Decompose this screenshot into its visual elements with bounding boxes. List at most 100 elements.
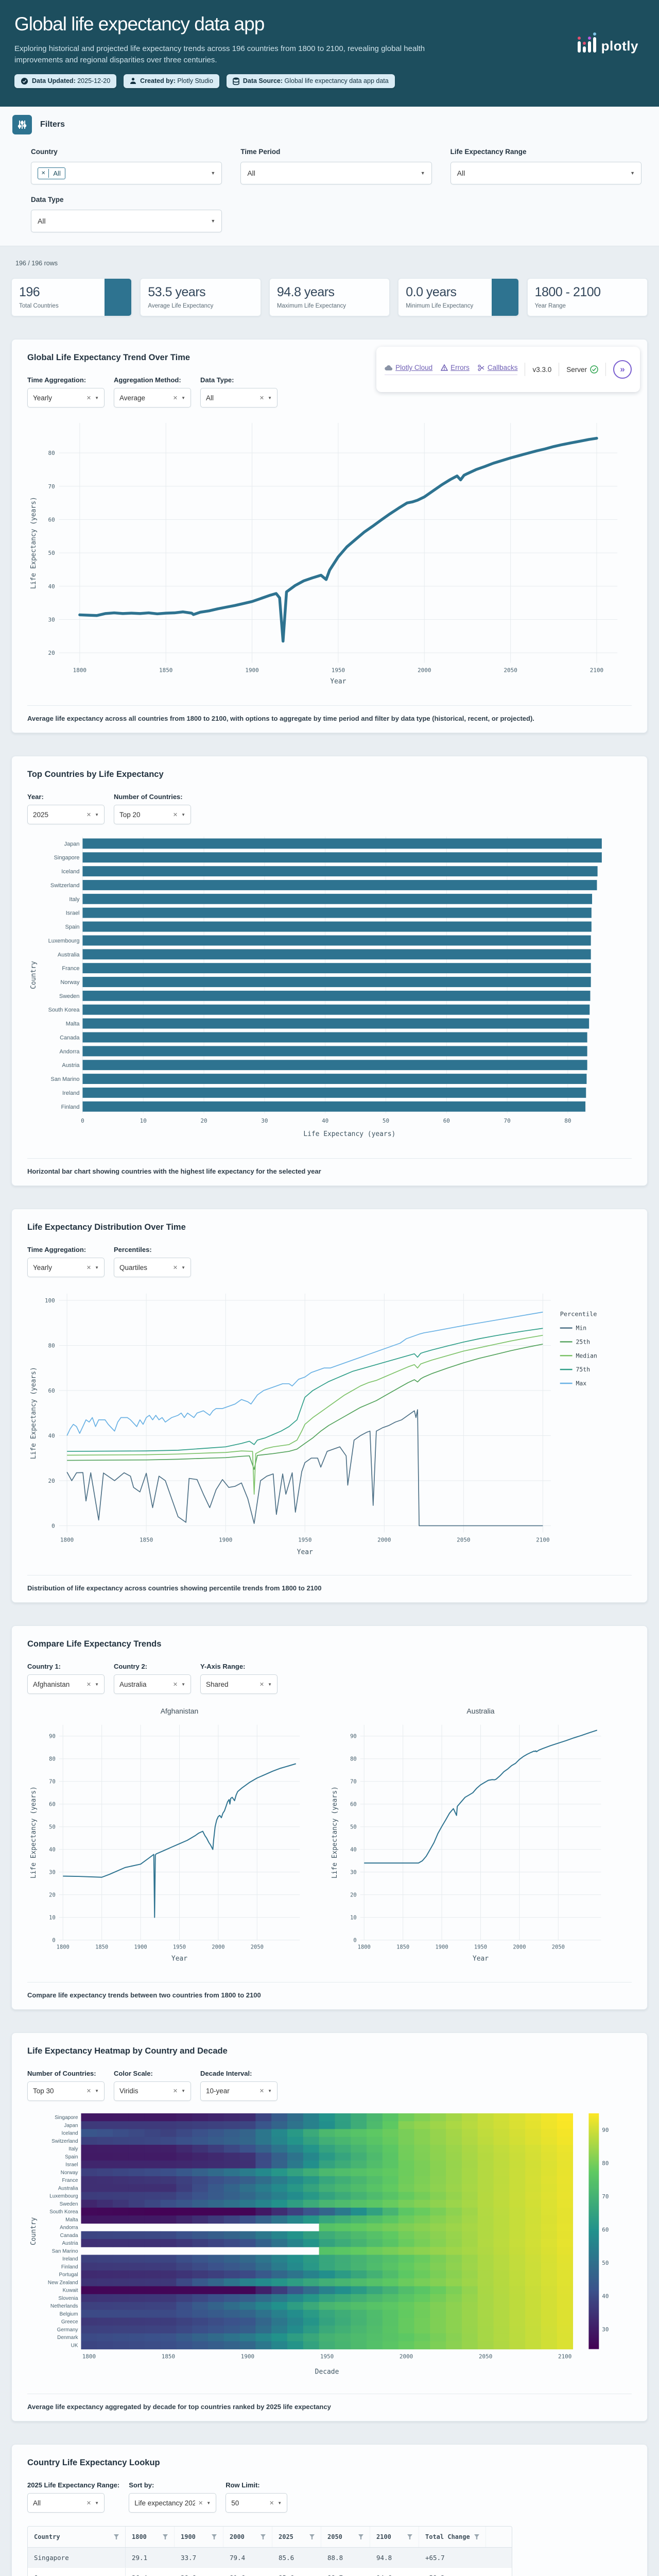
filter-funnel-icon[interactable] — [309, 2534, 315, 2540]
page-subtitle: Exploring historical and projected life … — [14, 44, 425, 64]
svg-text:70: 70 — [602, 2193, 609, 2200]
clear-icon[interactable]: ✕ — [256, 1681, 264, 1688]
trend-caption: Average life expectancy across all count… — [27, 705, 632, 733]
top-dropdown-number-of-countries[interactable]: Top 20 ✕ ▼ — [114, 805, 191, 825]
clear-icon[interactable]: ✕ — [83, 1681, 91, 1688]
svg-text:30: 30 — [261, 1117, 268, 1124]
card-distribution: Life Expectancy Distribution Over Time T… — [11, 1209, 648, 1603]
column-header-total-change[interactable]: Total Change — [419, 2527, 486, 2548]
svg-text:50: 50 — [49, 1824, 56, 1831]
column-header-2000[interactable]: 2000 — [223, 2527, 272, 2548]
clear-icon[interactable]: ✕ — [170, 395, 178, 401]
dist-dropdown-time-aggregation[interactable]: Yearly ✕ ▼ — [27, 1258, 105, 1278]
svg-text:30: 30 — [49, 1870, 56, 1876]
svg-text:Year: Year — [330, 677, 346, 685]
filter-field-data-type: Data Type All ▼ — [31, 196, 222, 232]
filter-dropdown-time-period[interactable]: All ▼ — [240, 162, 432, 184]
lookup-dropdown-row-limit[interactable]: 50 ✕ ▼ — [226, 2493, 288, 2513]
lookup-dropdown-sort-by[interactable]: Life expectancy 2025 ✕ ▼ — [129, 2493, 217, 2513]
filter-label: Data Type — [31, 196, 64, 204]
selected-chip[interactable]: ✕ All — [38, 167, 65, 179]
top-control-year: Year: 2025 ✕ ▼ — [27, 793, 105, 825]
column-header-country[interactable]: Country — [28, 2527, 126, 2548]
top-dropdown-year[interactable]: 2025 ✕ ▼ — [27, 805, 105, 825]
compare-control-country-1: Country 1: Afghanistan ✕ ▼ — [27, 1663, 105, 1694]
chip-clear-icon[interactable]: ✕ — [38, 168, 49, 178]
clear-icon[interactable]: ✕ — [256, 2088, 264, 2094]
column-header-2025[interactable]: 2025 — [272, 2527, 321, 2548]
compare-chart[interactable]: 1800 1850 1900 1950 2000 2050 0 10 20 30 40 50 60 70 8… — [27, 1699, 632, 1976]
filter-funnel-icon[interactable] — [407, 2534, 412, 2540]
filter-funnel-icon[interactable] — [163, 2534, 168, 2540]
heatmap-control-number-of-countries: Number of Countries: Top 30 ✕ ▼ — [27, 2070, 105, 2101]
heatmap-chart[interactable]: Singapore Japan Iceland Switzerland Italy Spa… — [27, 2106, 632, 2388]
card-title-lookup: Country Life Expectancy Lookup — [27, 2458, 160, 2468]
callbacks-button[interactable]: Callbacks — [478, 364, 517, 371]
svg-text:Life Expectancy (years): Life Expectancy (years) — [30, 1367, 38, 1459]
clear-icon[interactable]: ✕ — [170, 1264, 178, 1271]
clear-icon[interactable]: ✕ — [83, 2088, 91, 2094]
control-label: Aggregation Method: — [114, 376, 181, 384]
heatmap-dropdown-number-of-countries[interactable]: Top 30 ✕ ▼ — [27, 2081, 105, 2101]
svg-text:50: 50 — [350, 1824, 357, 1831]
clear-icon[interactable]: ✕ — [170, 2088, 178, 2094]
filter-dropdown-data-type[interactable]: All ▼ — [31, 210, 222, 232]
column-header-1800[interactable]: 1800 — [126, 2527, 175, 2548]
grid-header-row: Country 1800 1900 2000 2025 2050 2100 Total Cha… — [28, 2527, 512, 2548]
svg-text:30: 30 — [602, 2326, 609, 2333]
svg-text:40: 40 — [48, 583, 55, 590]
filter-funnel-icon[interactable] — [474, 2534, 479, 2540]
heatmap-dropdown-decade-interval[interactable]: 10-year ✕ ▼ — [200, 2081, 278, 2101]
trend-chart[interactable]: 1800 1850 1900 1950 2000 2050 2100 20 30 40 50 60 70… — [27, 413, 632, 700]
stat-value: 94.8 years — [276, 285, 335, 299]
filter-funnel-icon[interactable] — [212, 2534, 217, 2540]
svg-text:Andorra: Andorra — [60, 2225, 78, 2230]
svg-text:20: 20 — [350, 1892, 357, 1899]
clear-icon[interactable]: ✕ — [83, 1264, 91, 1271]
plotly-cloud-link[interactable]: Plotly Cloud — [385, 364, 432, 371]
svg-text:1850: 1850 — [159, 667, 172, 673]
svg-text:New Zealand: New Zealand — [48, 2280, 78, 2285]
filter-funnel-icon[interactable] — [261, 2534, 266, 2540]
dash-debug-toolbar: Plotly Cloud Errors Callbacks v3.3.0 Ser… — [376, 347, 640, 392]
dist-dropdown-percentiles[interactable]: Quartiles ✕ ▼ — [114, 1258, 191, 1278]
clear-icon[interactable]: ✕ — [266, 2500, 274, 2506]
compare-dropdown-y-axis-range[interactable]: Shared ✕ ▼ — [200, 1674, 278, 1694]
heatmap-dropdown-color-scale[interactable]: Viridis ✕ ▼ — [114, 2081, 191, 2101]
clear-icon[interactable]: ✕ — [83, 811, 91, 818]
plotly-logo-text: plotly — [601, 38, 638, 54]
compare-dropdown-country-1[interactable]: Afghanistan ✕ ▼ — [27, 1674, 105, 1694]
svg-text:South Korea: South Korea — [48, 1007, 80, 1013]
filter-dropdown-life-expectancy-range[interactable]: All ▼ — [450, 162, 641, 184]
stat-cards: 196 Total Countries 53.5 years Average Life… — [11, 278, 648, 316]
top-countries-chart[interactable]: 0 10 20 30 40 50 60 70 80 Japan Singapore Iceland Sw… — [27, 829, 632, 1153]
chevron-down-icon: ▼ — [95, 812, 99, 817]
trend-dropdown-data-type[interactable]: All ✕ ▼ — [200, 388, 278, 408]
debug-menu-toggle[interactable]: » — [613, 360, 632, 379]
trend-dropdown-time-aggregation[interactable]: Yearly ✕ ▼ — [27, 388, 105, 408]
clear-icon[interactable]: ✕ — [83, 2500, 91, 2506]
clear-icon[interactable]: ✕ — [195, 2500, 203, 2506]
column-header-1900[interactable]: 1900 — [175, 2527, 223, 2548]
column-header-2050[interactable]: 2050 — [321, 2527, 370, 2548]
heatmap-caption: Average life expectancy aggregated by de… — [27, 2394, 632, 2421]
svg-text:60: 60 — [48, 1387, 55, 1394]
filter-funnel-icon[interactable] — [114, 2534, 119, 2540]
filter-dropdown-country[interactable]: ✕ All ▼ — [31, 162, 222, 184]
svg-text:Ireland: Ireland — [62, 2256, 78, 2262]
compare-dropdown-country-2[interactable]: Australia ✕ ▼ — [114, 1674, 191, 1694]
clear-icon[interactable]: ✕ — [83, 395, 91, 401]
svg-text:10: 10 — [140, 1117, 147, 1124]
errors-button[interactable]: Errors — [441, 364, 470, 371]
page-title: Global life expectancy data app — [14, 13, 265, 35]
trend-dropdown-aggregation-method[interactable]: Average ✕ ▼ — [114, 388, 191, 408]
filter-funnel-icon[interactable] — [358, 2534, 363, 2540]
distribution-chart[interactable]: 1800 1850 1900 1950 2000 2050 2100 0 20 40 60 80 100… — [27, 1282, 632, 1570]
summary-grid: Country 1800 1900 2000 2025 2050 2100 Total Cha… — [27, 2526, 512, 2576]
lookup-dropdown-2025-life-expectancy-range[interactable]: All ✕ ▼ — [27, 2493, 105, 2513]
clear-icon[interactable]: ✕ — [170, 811, 178, 818]
clear-icon[interactable]: ✕ — [170, 1681, 178, 1688]
heatmap-control-decade-interval: Decade Interval: 10-year ✕ ▼ — [200, 2070, 278, 2101]
column-header-2100[interactable]: 2100 — [370, 2527, 419, 2548]
clear-icon[interactable]: ✕ — [256, 395, 264, 401]
